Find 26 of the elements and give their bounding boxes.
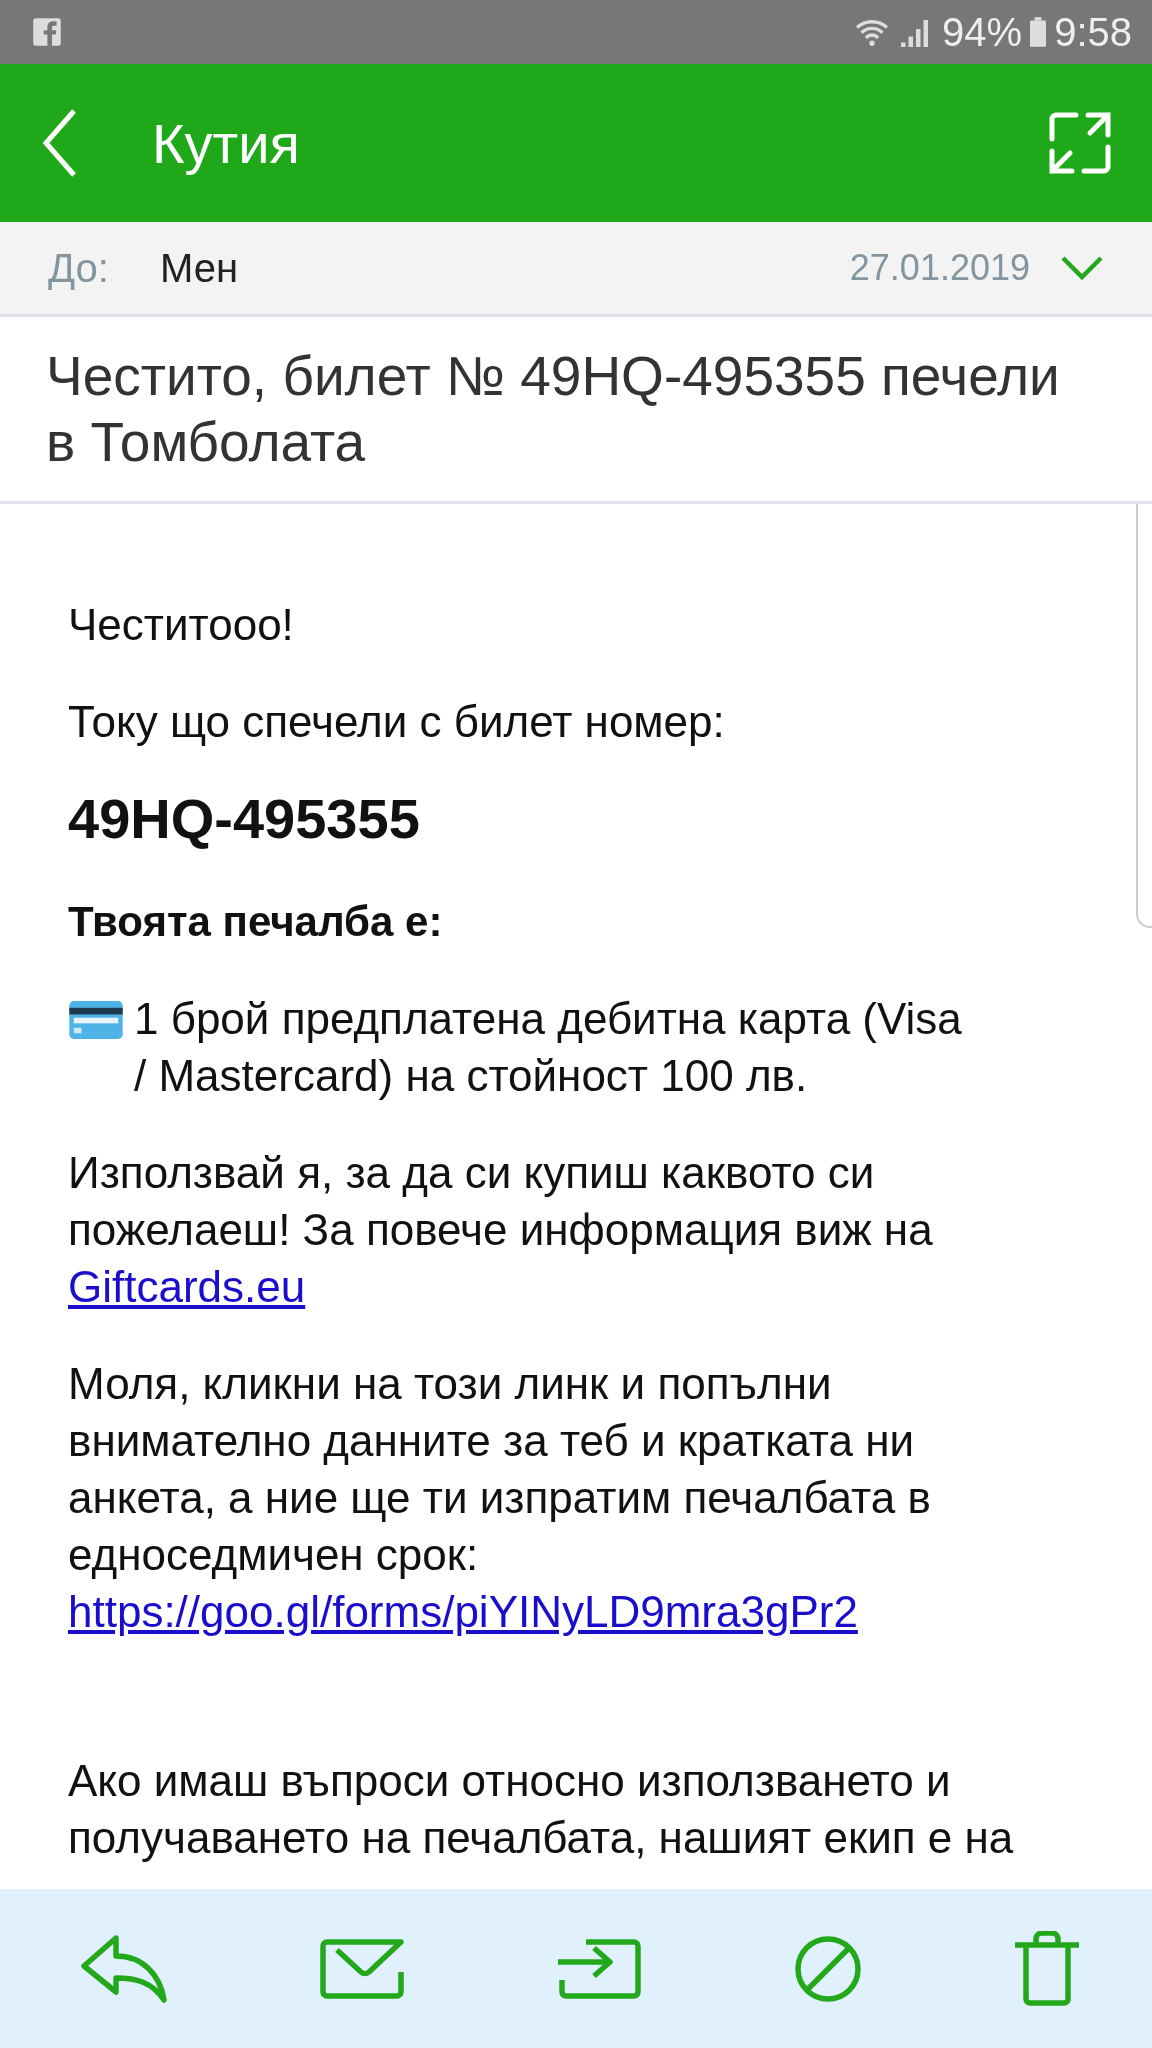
block-button[interactable] [793,1933,863,2004]
prize-description: 1 брой предплатена дебитна карта (Visa / Mastercard) на стойност 100 лв. [134,993,963,1102]
link[interactable]: Giftcards.eu [68,1262,306,1311]
message-paragraph: Току що спечели с билет номер: [68,697,725,746]
recipient-label: До: [48,245,110,291]
expand-button[interactable] [1048,111,1112,175]
battery-level: 94% [942,9,1023,55]
message-paragraph: Използвай я, за да си купиш каквото си пожелаеш! За повече информация виж на [68,1148,933,1254]
link[interactable]: https://goo.gl/forms/piYINyLD9mra3gPr2 [68,1587,858,1636]
ticket-number: 49HQ-495355 [68,790,421,847]
mail-button[interactable] [319,1937,407,2000]
window-title: Кутия [152,110,301,176]
credit-card-icon [68,1000,124,1040]
expand-details-button[interactable] [1060,255,1104,281]
reply-button[interactable] [80,1933,170,2004]
message-paragraph: Ако имаш въпроси относно използването и получаването на печалбата, нашият екип е на [68,1756,1014,1862]
message-paragraph: Моля, кликни на този линк и попълни внимателно данните за теб и кратката ни анкета, а ние ще ти изпратим печалбата в едноседмичен срок: [68,1359,931,1579]
message-paragraph: Честитооо! [68,600,294,649]
delete-button[interactable] [1012,1930,1082,2007]
prize-heading: Твоята печалба е: [68,897,444,947]
battery-icon [1030,17,1047,47]
clock: 9:58 [1054,9,1132,55]
recipient-name: Мен [160,245,240,291]
app-notification-icon [32,17,62,47]
message-date: 27.01.2019 [849,247,1030,289]
message-subject: Честито, билет № 49HQ-495355 печели в Томболата [0,317,1152,504]
